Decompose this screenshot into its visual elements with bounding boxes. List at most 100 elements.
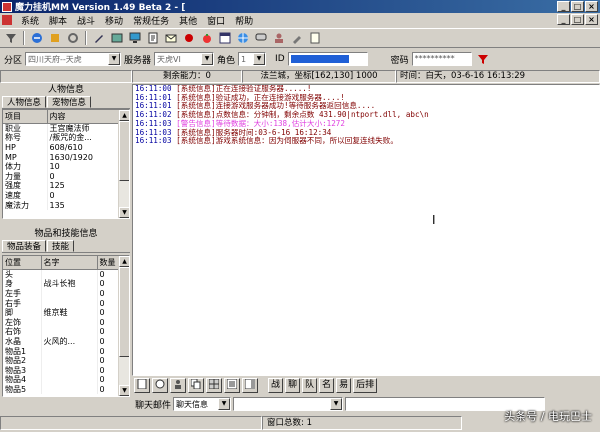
brush-icon[interactable] [289, 30, 305, 46]
page-icon[interactable] [134, 378, 150, 393]
monitor-icon[interactable] [127, 30, 143, 46]
script-icon[interactable] [145, 30, 161, 46]
chevron-down-icon[interactable]: ▼ [218, 398, 231, 410]
server-select[interactable]: 天虎VI ▼ [154, 52, 215, 66]
message-log[interactable]: 16:11:00 [系统信息]正在连接验证服务器.....! 16:11:01 [… [132, 84, 600, 376]
table-row[interactable]: 身战斗长袍 0 [3, 279, 121, 289]
table-row[interactable]: 魔法力 135 [3, 200, 121, 210]
filter-icon[interactable] [3, 30, 19, 46]
table-row[interactable]: 物品2 0 [3, 355, 121, 366]
team-button[interactable]: 队 [302, 378, 318, 393]
mail-icon[interactable] [163, 30, 179, 46]
menu-help[interactable]: 帮助 [230, 14, 258, 27]
menu-window[interactable]: 窗口 [202, 14, 230, 27]
chevron-down-icon[interactable]: ▼ [108, 53, 121, 65]
character-scrollbar[interactable]: ▲ ▼ [118, 110, 129, 218]
connect-icon[interactable] [29, 30, 45, 46]
scroll-thumb[interactable] [119, 267, 129, 357]
battle-button[interactable]: 战 [268, 378, 284, 393]
password-input[interactable]: ********** [411, 52, 472, 66]
table-row[interactable]: 速度 0 [3, 190, 121, 201]
table-row[interactable]: 称号/叛咒的金... [3, 133, 121, 143]
minimize-button[interactable]: _ [557, 1, 570, 12]
chevron-down-icon[interactable]: ▼ [201, 53, 214, 65]
record-icon[interactable] [181, 30, 197, 46]
table-row[interactable]: 脚维京鞋 0 [3, 307, 121, 318]
tab-skills[interactable]: 技能 [47, 240, 75, 252]
chat-channel-select[interactable]: 聊天信息 ▼ [173, 397, 232, 411]
chat-target-select[interactable]: ▼ [233, 397, 344, 411]
menu-move[interactable]: 移动 [100, 14, 128, 27]
list-icon[interactable] [224, 378, 240, 393]
settings-icon[interactable] [65, 30, 81, 46]
table-row[interactable]: 物品1 0 [3, 346, 121, 356]
menu-quest[interactable]: 常规任务 [128, 14, 174, 27]
chevron-down-icon[interactable]: ▼ [253, 53, 266, 65]
tomato-icon[interactable] [199, 30, 215, 46]
trade-button[interactable]: 易 [336, 378, 352, 393]
title-bar[interactable]: 魔力挂机MM Version 1.49 Beta 2 - [ _ □ × [0, 0, 600, 13]
column-header[interactable]: 数量 [97, 256, 121, 270]
disconnect-icon[interactable] [47, 30, 63, 46]
scroll-down-icon[interactable]: ▼ [119, 207, 129, 218]
menu-other[interactable]: 其他 [174, 14, 202, 27]
table-cell: 维京鞋 [41, 307, 98, 318]
id-input[interactable] [287, 52, 368, 66]
table-row[interactable]: 体力 10 [3, 161, 121, 172]
column-header[interactable]: 位置 [3, 256, 42, 270]
menu-script[interactable]: 脚本 [44, 14, 72, 27]
chat-icon[interactable] [253, 30, 269, 46]
table-row[interactable]: 物品3 0 [3, 365, 121, 376]
table-row[interactable]: 头0 [3, 269, 121, 280]
globe-icon[interactable] [235, 30, 251, 46]
column-header[interactable]: 项目 [3, 110, 48, 124]
menu-battle[interactable]: 战斗 [72, 14, 100, 27]
menu-system[interactable]: 系统 [16, 14, 44, 27]
mdi-child-icon[interactable] [2, 15, 12, 25]
table-row[interactable]: 左手 0 [3, 288, 121, 299]
copy-icon[interactable] [188, 378, 204, 393]
role-select[interactable]: 1 ▼ [238, 52, 267, 66]
chat-button[interactable]: 聊 [285, 378, 301, 393]
scroll-up-icon[interactable]: ▲ [119, 256, 129, 267]
pen-icon[interactable] [91, 30, 107, 46]
table-row[interactable]: 左饰 0 [3, 317, 121, 328]
login-filter-icon[interactable] [475, 51, 491, 67]
column-header[interactable]: 名字 [41, 256, 98, 270]
table-row[interactable]: 强度 125 [3, 181, 121, 191]
column-header[interactable]: 内容 [47, 110, 121, 124]
panel-icon[interactable] [242, 378, 258, 393]
user-icon[interactable] [271, 30, 287, 46]
item-scrollbar[interactable]: ▲ ▼ [118, 256, 129, 396]
compass-icon[interactable] [152, 378, 168, 393]
table-row[interactable]: HP 608/610 [3, 142, 121, 153]
window-icon[interactable] [217, 30, 233, 46]
scroll-thumb[interactable] [119, 121, 129, 181]
grid-icon[interactable] [206, 378, 222, 393]
scroll-down-icon[interactable]: ▼ [119, 385, 129, 396]
close-button[interactable]: × [585, 1, 598, 12]
back-row-button[interactable]: 后排 [353, 378, 378, 393]
scroll-up-icon[interactable]: ▲ [119, 110, 129, 121]
person-icon[interactable] [170, 378, 186, 393]
table-row[interactable]: 水晶 火风的... 0 [3, 336, 121, 347]
chevron-down-icon[interactable]: ▼ [330, 398, 343, 410]
table-row[interactable]: 物品4 0 [3, 375, 121, 385]
area-select[interactable]: 四川天府--天虎 ▼ [25, 52, 122, 66]
tab-character-info[interactable]: 人物信息 [2, 96, 47, 108]
table-row[interactable]: 力量 0 [3, 171, 121, 182]
table-row[interactable]: 右手 0 [3, 298, 121, 308]
tab-pet-info[interactable]: 宠物信息 [47, 96, 92, 108]
table-row[interactable]: MP 1630/1920 [3, 152, 121, 162]
mdi-close-button[interactable]: × [585, 14, 598, 25]
table-row[interactable]: 职业 王宫魔法师 [3, 123, 121, 134]
name-button[interactable]: 名 [319, 378, 335, 393]
note-icon[interactable] [307, 30, 323, 46]
image-icon[interactable] [109, 30, 125, 46]
maximize-button[interactable]: □ [571, 1, 584, 12]
mdi-minimize-button[interactable]: _ [557, 14, 570, 25]
table-row[interactable]: 右饰 0 [3, 327, 121, 337]
table-row[interactable]: 物品5 0 [3, 384, 121, 395]
mdi-restore-button[interactable]: □ [571, 14, 584, 25]
tab-items-equipment[interactable]: 物品装备 [2, 240, 47, 252]
